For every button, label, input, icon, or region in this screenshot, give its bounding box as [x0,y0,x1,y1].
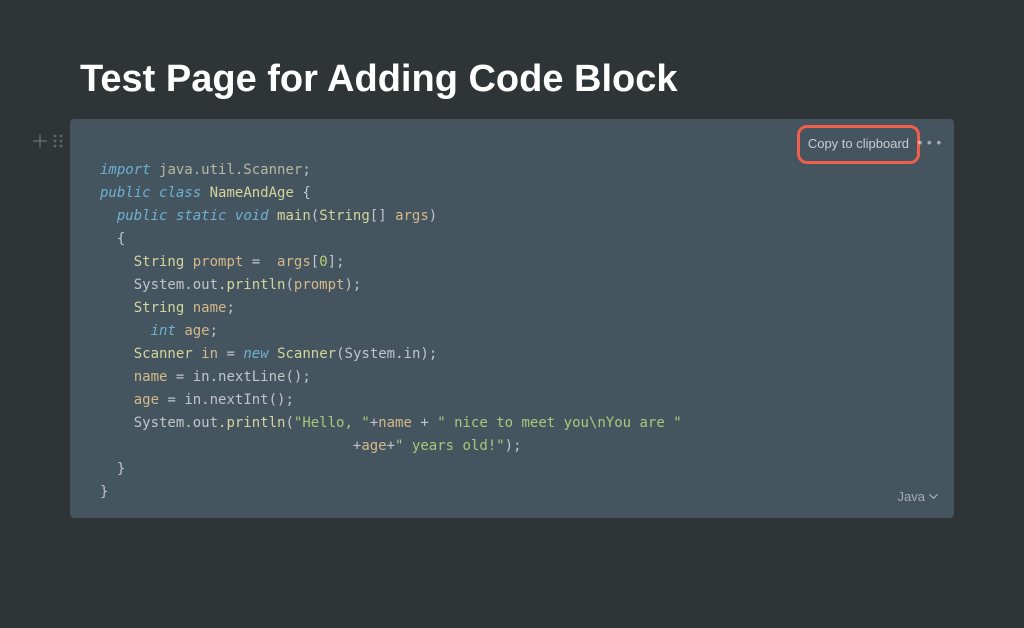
add-block-icon[interactable] [32,133,48,149]
language-selector[interactable]: Java [898,485,938,508]
language-label: Java [898,485,925,508]
copy-button-highlight: Copy to clipboard [797,125,920,164]
code-content: import java.util.Scanner; public class N… [100,159,934,504]
code-block[interactable]: Copy to clipboard ••• import java.util.S… [70,119,954,518]
page-container: Test Page for Adding Code Block Copy to … [0,0,1024,518]
chevron-down-icon [929,492,938,501]
block-row: Copy to clipboard ••• import java.util.S… [70,119,954,518]
drag-handle-icon[interactable] [52,133,64,149]
more-options-button[interactable]: ••• [916,133,944,156]
block-handles [32,133,64,149]
page-title: Test Page for Adding Code Block [80,58,954,101]
copy-to-clipboard-button[interactable]: Copy to clipboard [808,136,909,151]
